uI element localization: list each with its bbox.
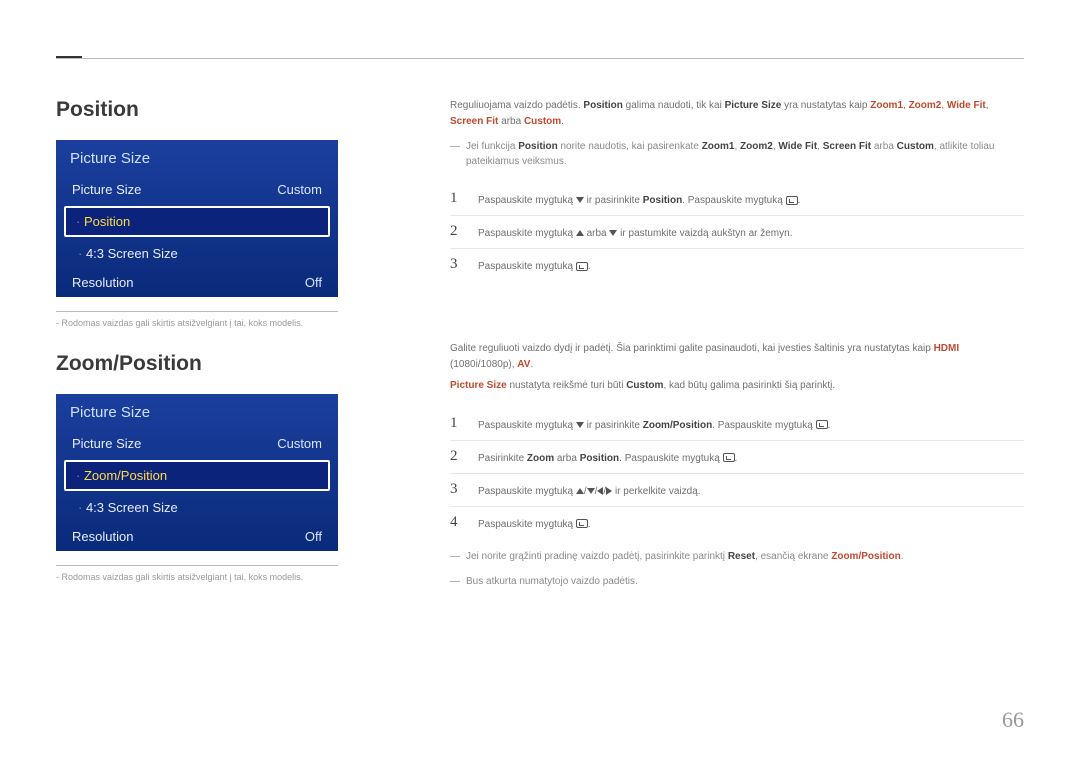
menu-panel-1: Picture Size Picture Size Custom · Posit…	[56, 140, 338, 297]
step-number: 2	[450, 223, 464, 240]
arrow-up-icon	[576, 230, 584, 236]
sub-label: 4:3 Screen Size	[86, 246, 178, 261]
row-label: Picture Size	[72, 182, 141, 197]
menu-row-43[interactable]: · 4:3 Screen Size	[56, 493, 338, 522]
arrow-down-icon	[587, 488, 595, 494]
menu-row-picture-size[interactable]: Picture Size Custom	[56, 175, 338, 204]
row-value: Custom	[277, 436, 322, 451]
step-number: 4	[450, 514, 464, 531]
row-value: Off	[305, 529, 322, 544]
heading-position: Position	[56, 98, 356, 122]
selected-label: Position	[84, 214, 130, 229]
step-number: 2	[450, 448, 464, 465]
step-number: 1	[450, 415, 464, 432]
steps-2: 1 Paspauskite mygtuką ir pasirinkite Zoo…	[450, 408, 1024, 539]
menu-panel-2: Picture Size Picture Size Custom · Zoom/…	[56, 394, 338, 551]
panel-title: Picture Size	[56, 140, 338, 175]
step-4: 4 Paspauskite mygtuką .	[450, 507, 1024, 539]
menu-row-resolution[interactable]: Resolution Off	[56, 268, 338, 297]
menu-row-selected-zoom-position[interactable]: · Zoom/Position	[64, 460, 330, 491]
heading-zoom-position: Zoom/Position	[56, 352, 356, 376]
row-label: Picture Size	[72, 436, 141, 451]
right-column: Reguliuojama vaizdo padėtis. Position ga…	[450, 98, 1024, 589]
note-2b: ― Bus atkurta numatytojo vaizdo padėtis.	[450, 574, 1024, 589]
enter-icon	[576, 262, 588, 271]
step-2: 2 Paspauskite mygtuką arba ir pastumkite…	[450, 216, 1024, 249]
dash-icon: ―	[450, 574, 460, 589]
row-value: Off	[305, 275, 322, 290]
row-label: Resolution	[72, 275, 133, 290]
step-3: 3 Paspauskite mygtuką /// ir perkelkite …	[450, 474, 1024, 507]
left-column: Position Picture Size Picture Size Custo…	[56, 98, 356, 582]
menu-row-selected-position[interactable]: · Position	[64, 206, 330, 237]
menu-row-resolution[interactable]: Resolution Off	[56, 522, 338, 551]
footnote-2: - Rodomas vaizdas gali skirtis atsižvelg…	[56, 565, 338, 582]
step-number: 3	[450, 481, 464, 498]
block-2: Galite reguliuoti vaizdo dydį ir padėtį.…	[450, 341, 1024, 589]
section-zoom-position: Zoom/Position Picture Size Picture Size …	[56, 352, 356, 582]
header-rule	[56, 58, 1024, 59]
enter-icon	[816, 420, 828, 429]
panel-title: Picture Size	[56, 394, 338, 429]
note-1: ― Jei funkcija Position norite naudotis,…	[450, 139, 1024, 169]
dash-icon: ―	[450, 549, 460, 564]
sub-label: 4:3 Screen Size	[86, 500, 178, 515]
step-number: 3	[450, 256, 464, 273]
intro-2: Galite reguliuoti vaizdo dydį ir padėtį.…	[450, 341, 1024, 372]
enter-icon	[723, 453, 735, 462]
step-number: 1	[450, 190, 464, 207]
steps-1: 1 Paspauskite mygtuką ir pasirinkite Pos…	[450, 183, 1024, 281]
dash-icon: ―	[450, 139, 460, 169]
step-1: 1 Paspauskite mygtuką ir pasirinkite Pos…	[450, 183, 1024, 216]
arrow-down-icon	[576, 197, 584, 203]
enter-icon	[576, 519, 588, 528]
note-2a: ― Jei norite grąžinti pradinę vaizdo pad…	[450, 549, 1024, 564]
menu-row-picture-size[interactable]: Picture Size Custom	[56, 429, 338, 458]
step-2: 2 Pasirinkite Zoom arba Position. Paspau…	[450, 441, 1024, 474]
arrow-left-icon	[597, 487, 603, 495]
section-position: Position Picture Size Picture Size Custo…	[56, 98, 356, 328]
step-3: 3 Paspauskite mygtuką .	[450, 249, 1024, 281]
intro-2b: Picture Size nustatyta reikšmė turi būti…	[450, 378, 1024, 394]
row-label: Resolution	[72, 529, 133, 544]
row-value: Custom	[277, 182, 322, 197]
enter-icon	[786, 196, 798, 205]
selected-label: Zoom/Position	[84, 468, 167, 483]
arrow-up-icon	[576, 488, 584, 494]
footnote-1: - Rodomas vaizdas gali skirtis atsižvelg…	[56, 311, 338, 328]
page-number: 66	[1002, 707, 1024, 733]
arrow-down-icon	[576, 422, 584, 428]
menu-row-43[interactable]: · 4:3 Screen Size	[56, 239, 338, 268]
intro-1: Reguliuojama vaizdo padėtis. Position ga…	[450, 98, 1024, 129]
step-1: 1 Paspauskite mygtuką ir pasirinkite Zoo…	[450, 408, 1024, 441]
